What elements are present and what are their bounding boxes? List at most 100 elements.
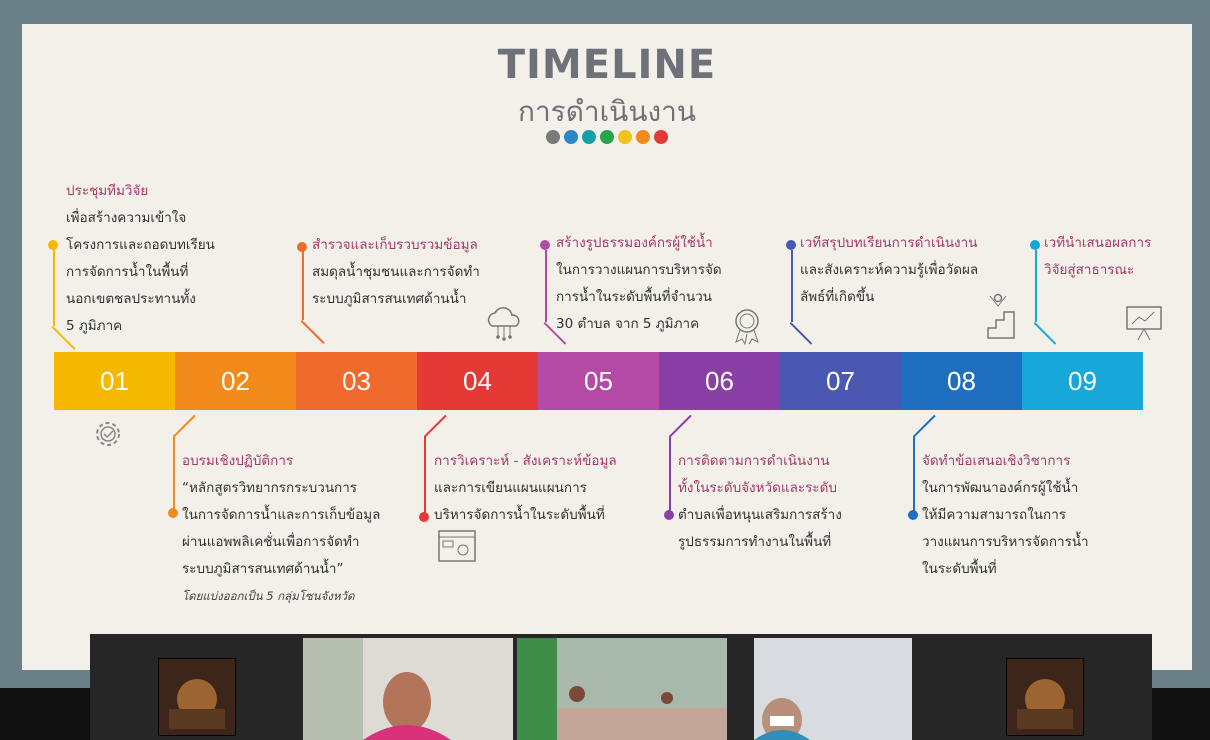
color-dot — [636, 130, 650, 144]
step-09-heading: เวทีนำเสนอผลการ — [1044, 235, 1152, 251]
stairs-success-icon — [987, 293, 1015, 339]
connector-04-diag — [424, 414, 447, 438]
step-01-line: เพื่อสร้างความเข้าใจ — [66, 210, 187, 226]
step-07-segment: 07 — [780, 352, 901, 410]
step-01-line: 5 ภูมิภาค — [66, 318, 123, 334]
marker-07 — [786, 240, 796, 250]
connector-09-diag — [1033, 322, 1057, 345]
step-05-line: การน้ำในระดับพื้นที่จำนวน — [556, 289, 713, 305]
connector-03-diag — [300, 320, 325, 345]
connector-08-diag — [913, 414, 936, 438]
marker-01 — [48, 240, 58, 250]
step-08-line: วางแผนการบริหารจัดการน้ำ — [922, 534, 1089, 550]
avatar-image-icon — [1007, 659, 1083, 735]
color-dot — [618, 130, 632, 144]
step-08-line: ในการพัฒนาองค์กรผู้ใช้น้ำ — [922, 480, 1079, 496]
step-07-line: ลัพธ์ที่เกิดขึ้น — [800, 289, 875, 305]
step-07-heading: เวทีสรุปบทเรียนการดำเนินงาน — [800, 235, 978, 251]
award-ribbon-icon — [735, 309, 759, 346]
video-feed-icon — [517, 638, 727, 740]
step-06-text: การติดตามการดำเนินงาน ทั้งในระดับจังหวัด… — [678, 448, 842, 556]
participant-tile-4[interactable] — [754, 638, 912, 740]
step-08-segment: 08 — [901, 352, 1022, 410]
marker-09 — [1030, 240, 1040, 250]
step-09-line: วิจัยสู่สาธารณะ — [1044, 262, 1135, 278]
step-01-line: โครงการและถอดบทเรียน — [66, 237, 215, 253]
marker-05 — [540, 240, 550, 250]
step-01-segment: 01 — [54, 352, 175, 410]
participant-tile-1[interactable] — [158, 658, 236, 736]
participant-tile-2[interactable] — [303, 638, 513, 740]
color-dot — [582, 130, 596, 144]
step-07-text: เวทีสรุปบทเรียนการดำเนินงาน และสังเคราะห… — [800, 230, 978, 311]
step-06-line: รูปธรรมการทำงานในพื้นที่ — [678, 534, 832, 550]
step-03-heading: สำรวจและเก็บรวบรวมข้อมูล — [312, 237, 478, 253]
step-09-segment: 09 — [1022, 352, 1143, 410]
marker-04 — [419, 512, 429, 522]
step-06-line: ทั้งในระดับจังหวัดและระดับ — [678, 480, 837, 496]
step-01-text: ประชุมทีมวิจัย เพื่อสร้างความเข้าใจ โครง… — [66, 178, 215, 340]
connector-08 — [913, 436, 915, 514]
connector-07 — [791, 250, 793, 322]
marker-06 — [664, 510, 674, 520]
step-03-segment: 03 — [296, 352, 417, 410]
letterbox-right — [1152, 688, 1210, 740]
step-05-line: ในการวางแผนการบริหารจัด — [556, 262, 722, 278]
step-02-line: ระบบภูมิสารสนเทศด้านน้ำ” — [182, 561, 344, 577]
participant-tile-5[interactable] — [1006, 658, 1084, 736]
gear-check-icon — [96, 422, 120, 446]
color-dot — [654, 130, 668, 144]
step-02-note: โดยแบ่งออกเป็น 5 กลุ่มโซนจังหวัด — [182, 589, 355, 603]
step-08-line: ให้มีความสามารถในการ — [922, 507, 1067, 523]
marker-03 — [297, 242, 307, 252]
participant-tile-3[interactable] — [517, 638, 727, 740]
connector-02-diag — [173, 414, 196, 438]
connector-06-diag — [669, 414, 692, 438]
timeline-subtitle: การดำเนินงาน — [517, 95, 696, 128]
step-03-line: สมดุลน้ำชุมชนและการจัดทำ — [312, 264, 480, 280]
connector-04 — [424, 436, 426, 516]
step-06-segment: 06 — [659, 352, 780, 410]
presentation-board-icon — [1126, 306, 1162, 341]
analytics-window-icon — [438, 530, 476, 562]
step-04-text: การวิเคราะห์ - สังเคราะห์ข้อมูล และการเข… — [434, 448, 617, 529]
step-09-text: เวทีนำเสนอผลการ วิจัยสู่สาธารณะ — [1044, 230, 1151, 284]
step-02-line: “หลักสูตรวิทยากรกระบวนการ — [182, 480, 358, 496]
connector-07-diag — [789, 322, 813, 345]
video-feed-icon — [754, 638, 912, 740]
step-05-heading: สร้างรูปธรรมองค์กรผู้ใช้น้ำ — [556, 235, 713, 251]
step-06-heading: การติดตามการดำเนินงาน — [678, 453, 830, 469]
cloud-network-icon — [487, 307, 520, 341]
step-02-segment: 02 — [175, 352, 296, 410]
step-08-heading: จัดทำข้อเสนอเชิงวิชาการ — [922, 453, 1071, 469]
timeline-bar: 01 02 03 04 05 06 07 08 09 — [54, 352, 1143, 410]
step-08-line: ในระดับพื้นที่ — [922, 561, 997, 577]
connector-06 — [669, 436, 671, 514]
letterbox-left — [0, 688, 90, 740]
step-04-line: บริหารจัดการน้ำในระดับพื้นที่ — [434, 507, 605, 523]
connector-01 — [53, 246, 55, 326]
step-04-line: และการเขียนแผนแผนการ — [434, 480, 587, 496]
color-dot — [564, 130, 578, 144]
connector-09 — [1035, 250, 1037, 322]
step-03-line: ระบบภูมิสารสนเทศด้านน้ำ — [312, 291, 467, 307]
step-02-text: อบรมเชิงปฏิบัติการ “หลักสูตรวิทยากรกระบว… — [182, 448, 380, 610]
step-07-line: และสังเคราะห์ความรู้เพื่อวัดผล — [800, 262, 979, 278]
step-05-line: 30 ตำบล จาก 5 ภูมิภาค — [556, 316, 700, 332]
step-05-segment: 05 — [538, 352, 659, 410]
step-02-heading: อบรมเชิงปฏิบัติการ — [182, 453, 294, 469]
color-dot — [600, 130, 614, 144]
video-feed-icon — [303, 638, 513, 740]
step-01-line: นอกเขตชลประทานทั้ง — [66, 291, 196, 307]
presentation-slide: TIMELINE การดำเนินงาน 01 02 03 04 05 06 07 08 09… — [22, 24, 1192, 670]
connector-03 — [302, 250, 304, 320]
step-01-line: การจัดการน้ำในพื้นที่ — [66, 264, 189, 280]
color-dot — [546, 130, 560, 144]
step-04-heading: การวิเคราะห์ - สังเคราะห์ข้อมูล — [434, 453, 617, 469]
marker-08 — [908, 510, 918, 520]
color-dots — [22, 130, 1192, 144]
step-03-text: สำรวจและเก็บรวบรวมข้อมูล สมดุลน้ำชุมชนแล… — [312, 232, 480, 313]
connector-02 — [173, 436, 175, 512]
step-02-line: ในการจัดการน้ำและการเก็บข้อมูล — [182, 507, 381, 523]
step-01-heading: ประชุมทีมวิจัย — [66, 183, 149, 199]
